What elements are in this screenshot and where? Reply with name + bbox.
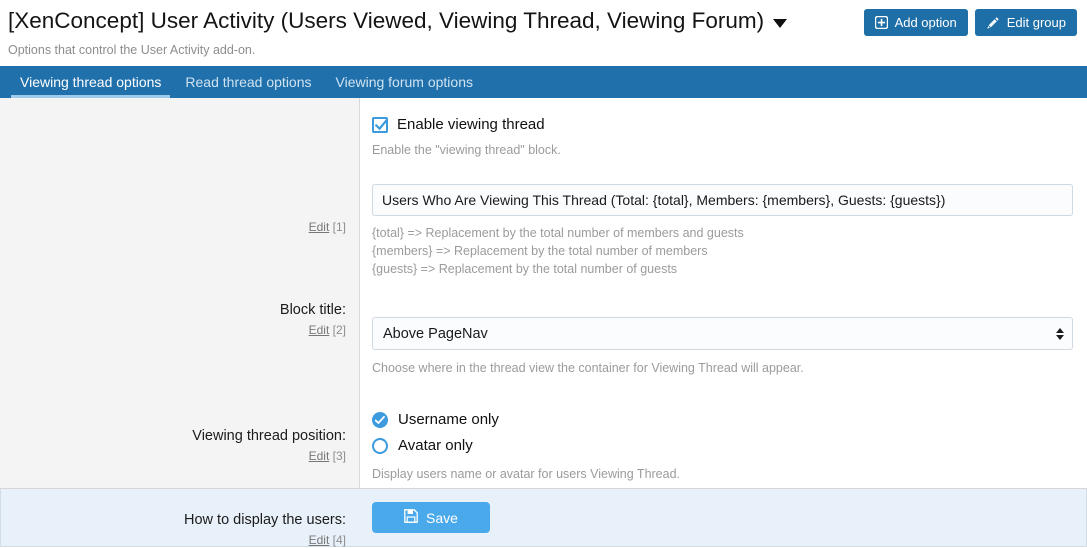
tab-label: Read thread options	[185, 74, 311, 90]
avatar-only-label: Avatar only	[398, 436, 473, 456]
save-button[interactable]: Save	[372, 502, 490, 533]
edit-link[interactable]: Edit	[309, 533, 330, 547]
hint-guests: {guests} => Replacement by the total num…	[372, 260, 1073, 278]
avatar-only-radio[interactable]	[372, 438, 388, 454]
tab-read-thread-options[interactable]: Read thread options	[173, 66, 323, 98]
edit-group-button[interactable]: Edit group	[975, 9, 1077, 36]
block-title-input[interactable]	[372, 184, 1073, 216]
plus-square-icon	[875, 16, 888, 29]
page-header: [XenConcept] User Activity (Users Viewed…	[0, 0, 1087, 66]
add-option-button-label: Add option	[895, 15, 957, 30]
tab-bar: Viewing thread options Read thread optio…	[0, 66, 1087, 98]
edit-line-2: Edit [2]	[16, 321, 346, 339]
page-description: Options that control the User Activity a…	[8, 42, 1077, 58]
field-enable-viewing-thread: Enable viewing thread Enable the "viewin…	[372, 115, 1073, 159]
edit-link[interactable]: Edit	[309, 449, 330, 463]
position-label: Viewing thread position:	[16, 426, 346, 446]
floppy-disk-icon	[404, 509, 418, 526]
position-hint: Choose where in the thread view the cont…	[372, 359, 1073, 377]
edit-index: [2]	[333, 323, 346, 337]
display-mode-hint: Display users name or avatar for users V…	[372, 465, 1073, 483]
save-button-label: Save	[426, 510, 458, 526]
edit-line-1: Edit [1]	[16, 218, 346, 236]
page-title: [XenConcept] User Activity (Users Viewed…	[8, 6, 864, 36]
caret-down-icon[interactable]	[773, 19, 787, 28]
field-display-mode: Username only Avatar only Display users …	[372, 407, 1073, 483]
radio-option-username-only[interactable]: Username only	[372, 407, 1073, 433]
tab-label: Viewing forum options	[336, 74, 473, 90]
row-label-position: Viewing thread position: Edit [3]	[16, 426, 346, 465]
block-title-label: Block title:	[16, 300, 346, 320]
edit-group-button-label: Edit group	[1007, 15, 1066, 30]
fields-column: Enable viewing thread Enable the "viewin…	[360, 98, 1087, 488]
viewing-thread-position-value: Above PageNav	[383, 326, 488, 342]
hint-total: {total} => Replacement by the total numb…	[372, 224, 1073, 242]
labels-column: Edit [1] Block title: Edit [2] Viewing t…	[0, 98, 360, 488]
block-title-hints: {total} => Replacement by the total numb…	[372, 224, 1073, 278]
tab-viewing-forum-options[interactable]: Viewing forum options	[324, 66, 485, 98]
admin-option-group-page: [XenConcept] User Activity (Users Viewed…	[0, 0, 1087, 548]
row-label-display: How to display the users: Edit [4]	[16, 510, 346, 548]
username-only-label: Username only	[398, 410, 499, 430]
hint-members: {members} => Replacement by the total nu…	[372, 242, 1073, 260]
radio-option-avatar-only[interactable]: Avatar only	[372, 433, 1073, 459]
row-label-block-title: Block title: Edit [2]	[16, 300, 346, 339]
edit-link[interactable]: Edit	[309, 323, 330, 337]
add-option-button[interactable]: Add option	[864, 9, 968, 36]
display-label: How to display the users:	[16, 510, 346, 530]
tab-label: Viewing thread options	[20, 74, 161, 90]
row-label-enable: Edit [1]	[16, 217, 346, 236]
enable-viewing-thread-checkbox[interactable]	[372, 117, 388, 133]
username-only-radio[interactable]	[372, 412, 388, 428]
edit-index: [1]	[333, 220, 346, 234]
edit-link[interactable]: Edit	[309, 220, 330, 234]
page-title-text: [XenConcept] User Activity (Users Viewed…	[8, 6, 764, 36]
options-form: Edit [1] Block title: Edit [2] Viewing t…	[0, 98, 1087, 489]
viewing-thread-position-select[interactable]: Above PageNav	[372, 317, 1073, 350]
pencil-icon	[986, 16, 1000, 30]
enable-viewing-thread-label: Enable viewing thread	[397, 115, 545, 135]
field-block-title: {total} => Replacement by the total numb…	[372, 184, 1073, 278]
edit-index: [4]	[333, 533, 346, 547]
edit-index: [3]	[333, 449, 346, 463]
edit-line-3: Edit [3]	[16, 447, 346, 465]
tab-viewing-thread-options[interactable]: Viewing thread options	[8, 66, 173, 98]
header-button-group: Add option Edit group	[864, 6, 1077, 36]
field-position: Above PageNav Choose where in the thread…	[372, 317, 1073, 377]
edit-line-4: Edit [4]	[16, 531, 346, 548]
enable-viewing-thread-hint: Enable the "viewing thread" block.	[372, 141, 1073, 159]
